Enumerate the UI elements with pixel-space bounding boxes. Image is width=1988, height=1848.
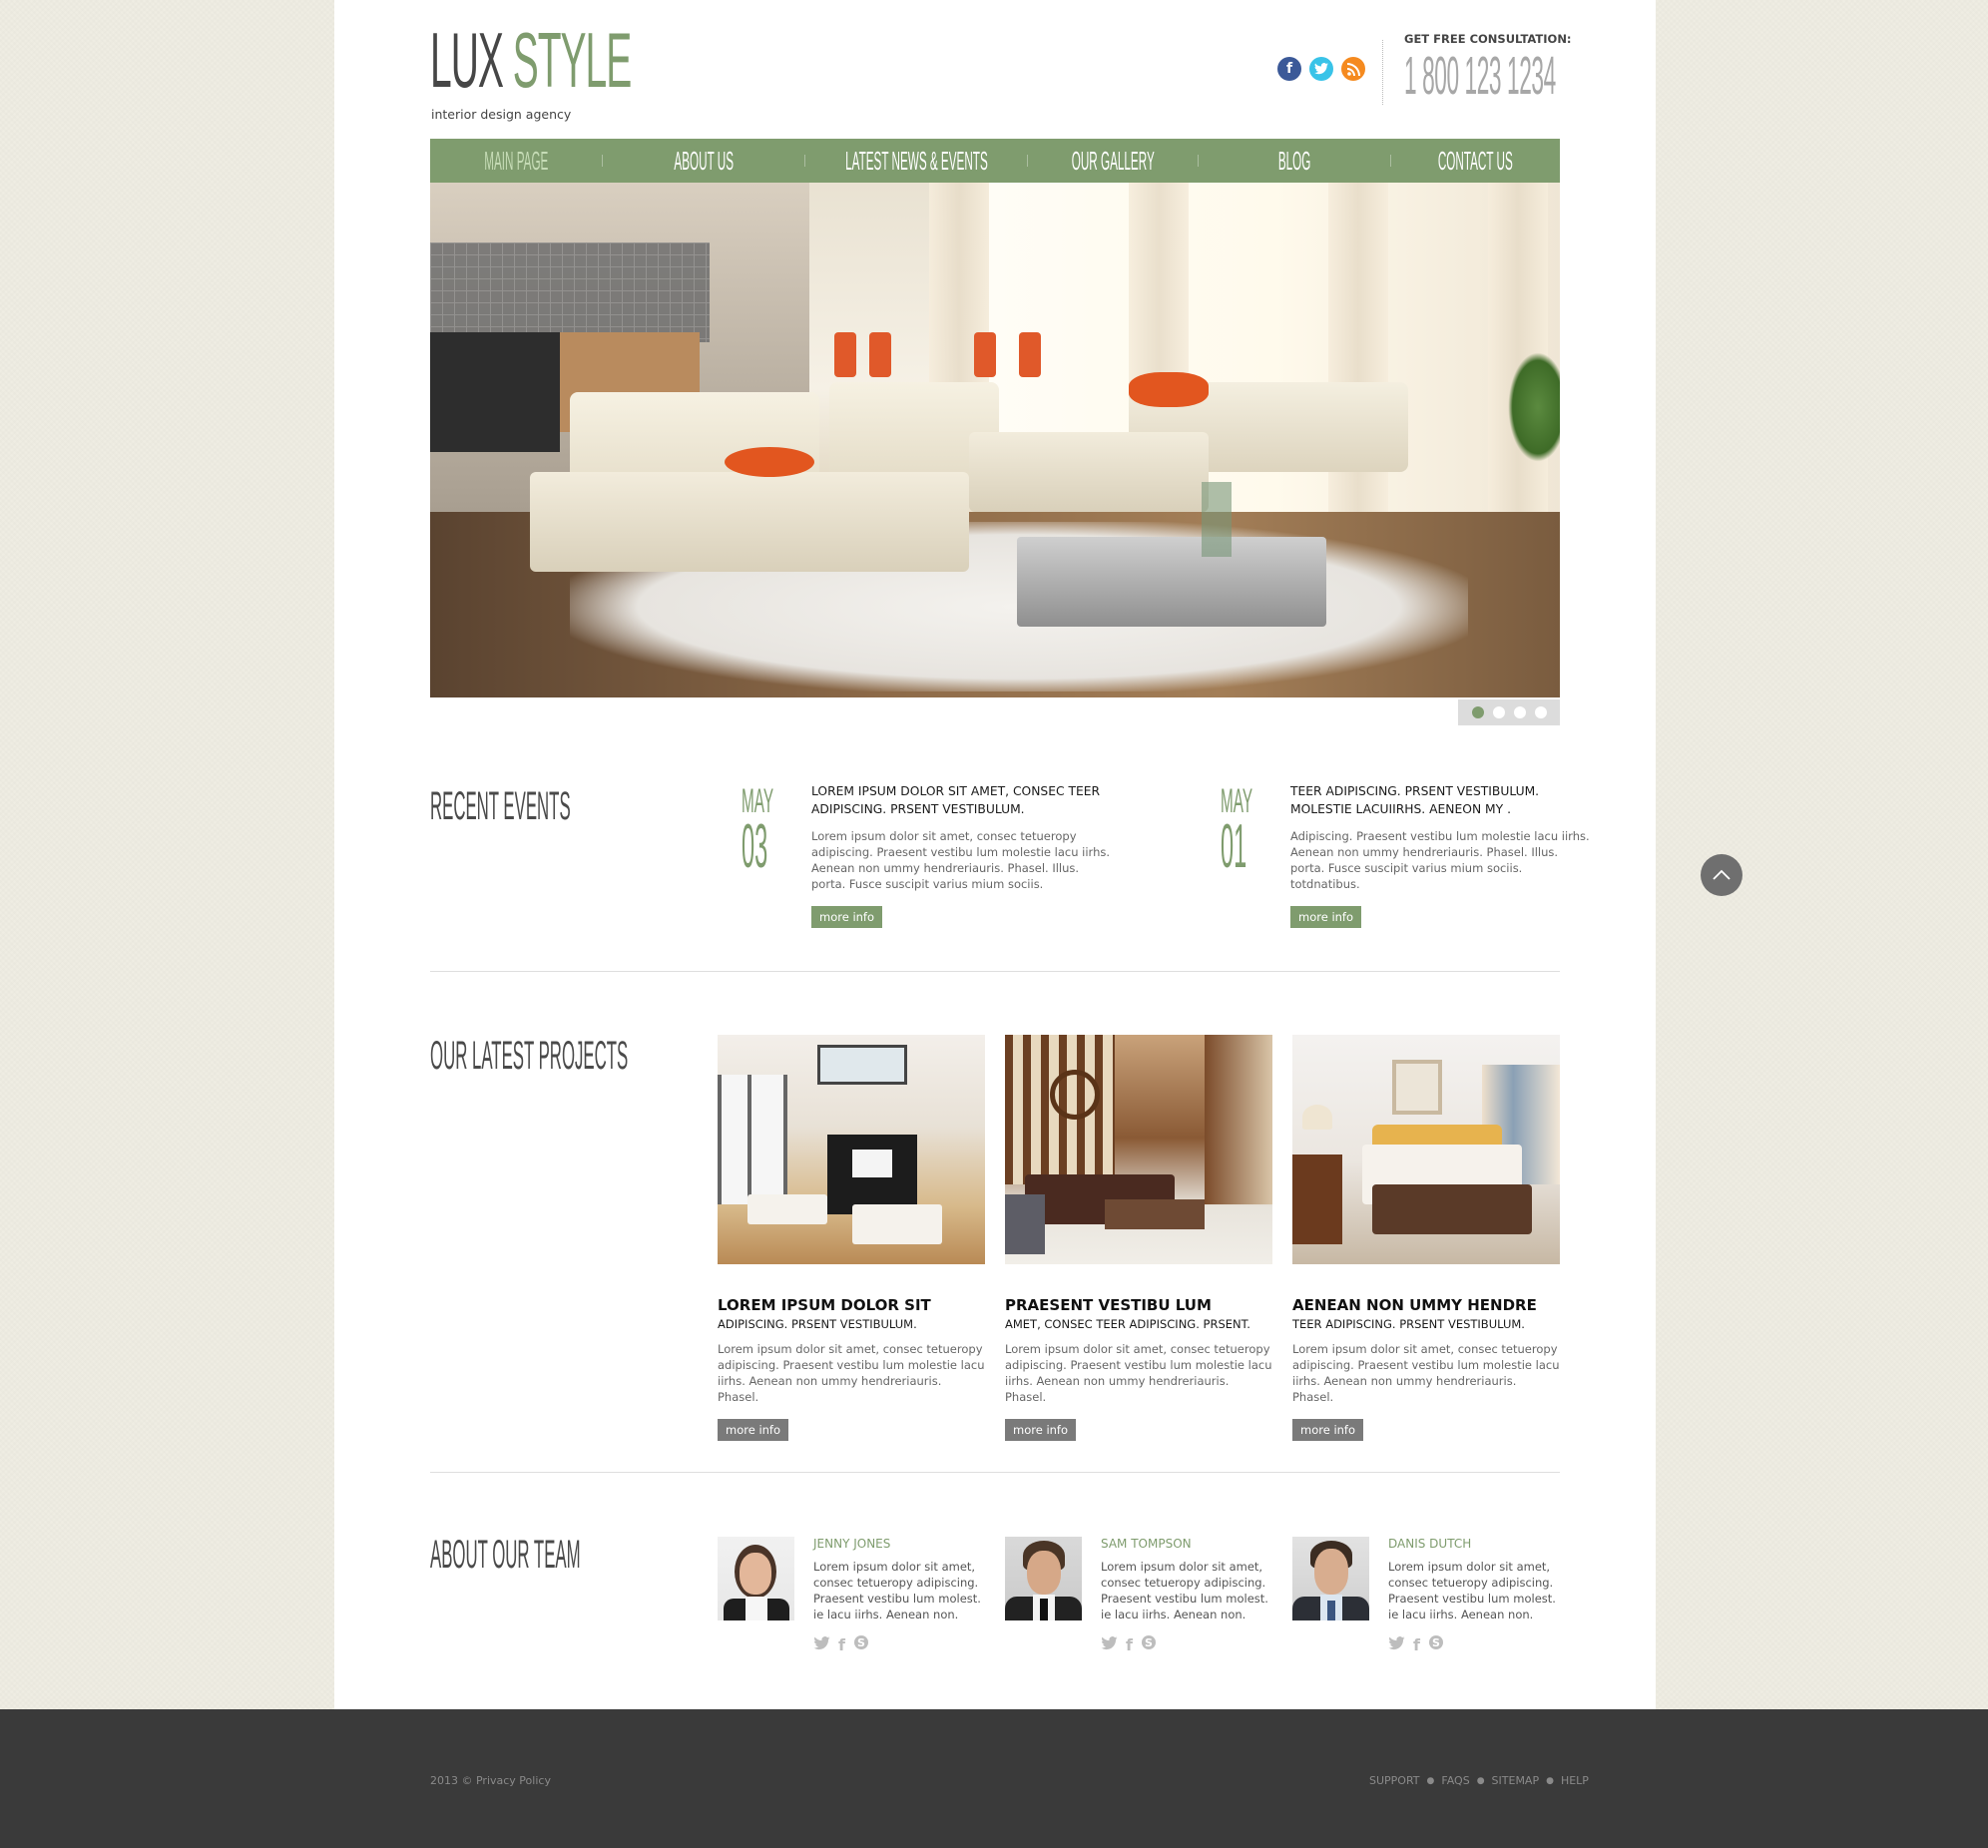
project-card: LOREM IPSUM DOLOR SIT ADIPISCING. PRSENT… [718, 1035, 985, 1441]
avatar [718, 1537, 794, 1620]
bullet-separator: ● [1426, 1775, 1435, 1786]
member-bio: Lorem ipsum dolor sit amet, consec tetue… [813, 1560, 981, 1621]
header-divider [1382, 40, 1383, 105]
footer-copyright[interactable]: 2013 © Privacy Policy [430, 1774, 551, 1787]
footer-link-faqs[interactable]: FAQS [1441, 1774, 1469, 1787]
event-day: 03 [742, 812, 768, 881]
event-more-info-button[interactable]: more info [1290, 906, 1362, 928]
consultation-block: GET FREE CONSULTATION: 1 800 123 1234 [1404, 32, 1764, 106]
logo-tagline: interior design agency [431, 107, 572, 122]
facebook-icon[interactable]: f [1126, 1635, 1133, 1654]
phone-number[interactable]: 1 800 123 1234 [1404, 46, 1556, 106]
header-social: f [1277, 57, 1365, 81]
slider-dot-4[interactable] [1534, 706, 1547, 718]
footer-link-help[interactable]: HELP [1561, 1774, 1589, 1787]
project-image[interactable] [1292, 1035, 1560, 1264]
member-social: f S [813, 1634, 993, 1654]
project-subtitle: ADIPISCING. PRSENT VESTIBULUM. [718, 1317, 917, 1331]
hero-slider-image[interactable] [430, 183, 1560, 697]
slider-pagination [1458, 699, 1560, 725]
logo-lux: LUX [430, 16, 504, 104]
logo[interactable]: LUX STYLE interior design agency [430, 16, 832, 122]
main-nav: MAIN PAGE ABOUT US LATEST NEWS & EVENTS … [430, 139, 1560, 183]
project-title: PRAESENT VESTIBU LUM [1005, 1296, 1212, 1314]
avatar [1292, 1537, 1369, 1620]
chevron-up-icon [1713, 869, 1731, 880]
nav-item-about-us[interactable]: ABOUT US [603, 139, 804, 183]
nav-item-our-gallery[interactable]: OUR GALLERY [1028, 139, 1198, 183]
facebook-icon[interactable]: f [1277, 57, 1301, 81]
event-title: TEER ADIPISCING. PRSENT VESTIBULUM. MOLE… [1290, 784, 1540, 816]
skype-icon[interactable]: S [1428, 1634, 1444, 1654]
member-bio: Lorem ipsum dolor sit amet, consec tetue… [1388, 1560, 1556, 1621]
project-subtitle: TEER ADIPISCING. PRSENT VESTIBULUM. [1292, 1317, 1525, 1331]
member-name: DANIS DUTCH [1388, 1537, 1472, 1551]
member-social: f S [1388, 1634, 1568, 1654]
latest-projects-title: OUR LATEST PROJECTS [430, 1034, 629, 1078]
logo-style: STYLE [512, 16, 633, 104]
footer-links: SUPPORT ● FAQS ● SITEMAP ● HELP [1369, 1774, 1589, 1787]
skype-icon[interactable]: S [853, 1634, 869, 1654]
project-more-info-button[interactable]: more info [718, 1419, 789, 1441]
project-image[interactable] [718, 1035, 985, 1264]
avatar [1005, 1537, 1082, 1620]
twitter-icon[interactable] [813, 1635, 830, 1654]
skype-icon[interactable]: S [1141, 1634, 1157, 1654]
slider-dot-1[interactable] [1471, 706, 1484, 718]
event-text: Lorem ipsum dolor sit amet, consec tetue… [811, 829, 1111, 891]
section-divider [430, 1472, 1560, 1473]
svg-text:S: S [857, 1636, 865, 1649]
slider-dot-3[interactable] [1513, 706, 1526, 718]
bullet-separator: ● [1546, 1775, 1554, 1786]
event-day: 01 [1221, 812, 1247, 881]
slider-dot-2[interactable] [1492, 706, 1505, 718]
svg-text:S: S [1432, 1636, 1440, 1649]
member-bio: Lorem ipsum dolor sit amet, consec tetue… [1101, 1560, 1268, 1621]
footer: 2013 © Privacy Policy SUPPORT ● FAQS ● S… [0, 1709, 1988, 1848]
twitter-icon[interactable] [1101, 1635, 1118, 1654]
event-title: LOREM IPSUM DOLOR SIT AMET, CONSEC TEER … [811, 784, 1101, 816]
nav-item-blog[interactable]: BLOG [1199, 139, 1390, 183]
logo-text: LUX STYLE [430, 16, 633, 104]
project-text: Lorem ipsum dolor sit amet, consec tetue… [1005, 1342, 1272, 1404]
consultation-label: GET FREE CONSULTATION: [1404, 32, 1572, 46]
project-text: Lorem ipsum dolor sit amet, consec tetue… [1292, 1342, 1560, 1404]
project-subtitle: AMET, CONSEC TEER ADIPISCING. PRSENT. [1005, 1317, 1250, 1331]
project-card: PRAESENT VESTIBU LUM AMET, CONSEC TEER A… [1005, 1035, 1272, 1441]
about-team-title: ABOUT OUR TEAM [430, 1533, 581, 1577]
back-to-top-button[interactable] [1701, 854, 1742, 896]
bullet-separator: ● [1476, 1775, 1485, 1786]
project-title: AENEAN NON UMMY HENDRE [1292, 1296, 1537, 1314]
section-divider [430, 971, 1560, 972]
facebook-icon[interactable]: f [838, 1635, 845, 1654]
project-title: LOREM IPSUM DOLOR SIT [718, 1296, 931, 1314]
footer-link-sitemap[interactable]: SITEMAP [1492, 1774, 1540, 1787]
member-social: f S [1101, 1634, 1280, 1654]
footer-link-support[interactable]: SUPPORT [1369, 1774, 1420, 1787]
project-more-info-button[interactable]: more info [1005, 1419, 1077, 1441]
project-more-info-button[interactable]: more info [1292, 1419, 1364, 1441]
nav-item-main-page[interactable]: MAIN PAGE [430, 139, 602, 183]
page-container: LUX STYLE interior design agency f GET F… [334, 0, 1656, 1709]
project-image[interactable] [1005, 1035, 1272, 1264]
twitter-icon[interactable] [1309, 57, 1333, 81]
member-name: JENNY JONES [813, 1537, 891, 1551]
twitter-icon[interactable] [1388, 1635, 1405, 1654]
rss-icon[interactable] [1341, 57, 1365, 81]
nav-item-contact-us[interactable]: CONTACT US [1391, 139, 1559, 183]
nav-item-latest-news-events[interactable]: LATEST NEWS & EVENTS [805, 139, 1027, 183]
recent-events-title: RECENT EVENTS [430, 784, 571, 828]
event-more-info-button[interactable]: more info [811, 906, 883, 928]
svg-text:S: S [1145, 1636, 1153, 1649]
facebook-icon[interactable]: f [1413, 1635, 1420, 1654]
project-card: AENEAN NON UMMY HENDRE TEER ADIPISCING. … [1292, 1035, 1560, 1441]
event-text: Adipiscing. Praesent vestibu lum molesti… [1290, 829, 1590, 891]
project-text: Lorem ipsum dolor sit amet, consec tetue… [718, 1342, 985, 1404]
member-name: SAM TOMPSON [1101, 1537, 1192, 1551]
